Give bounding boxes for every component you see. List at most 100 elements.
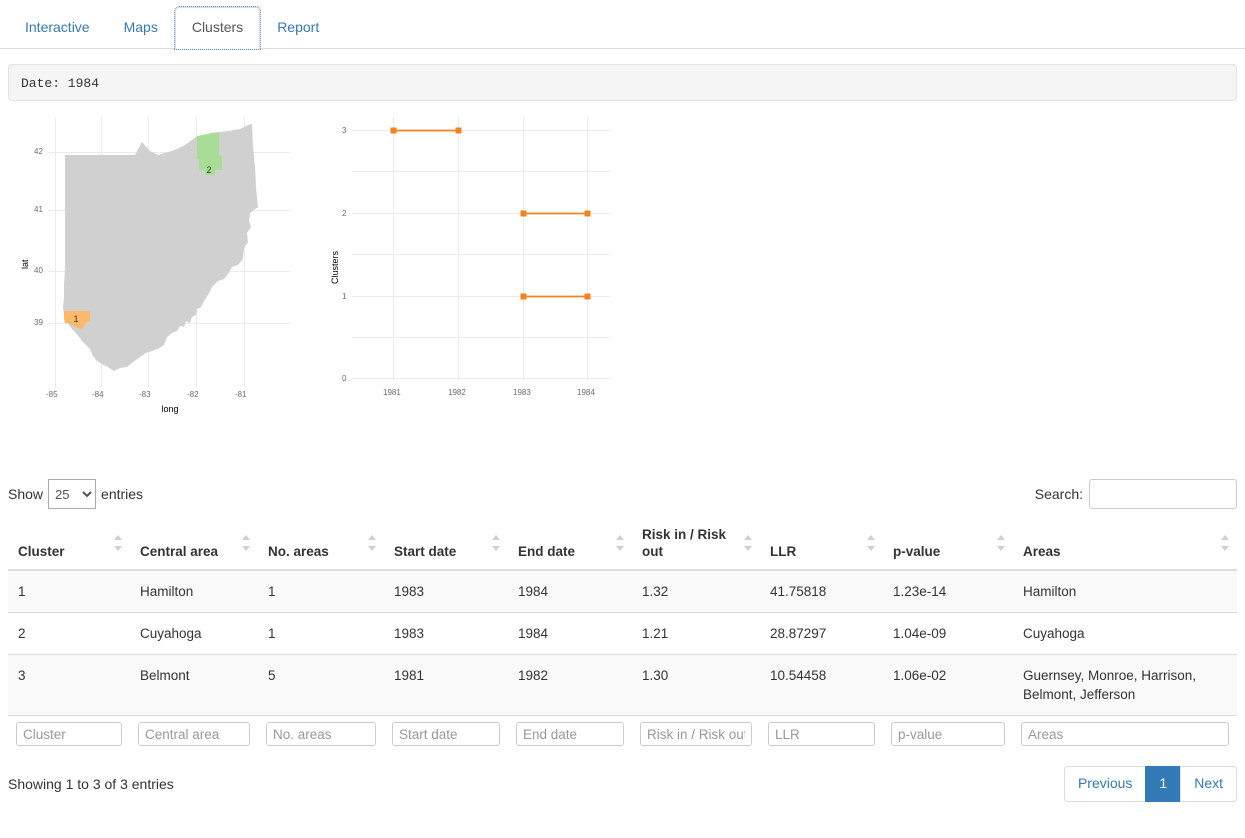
tab-clusters[interactable]: Clusters (173, 6, 262, 50)
sort-icon[interactable] (242, 534, 250, 552)
table-header: Cluster Central area No. areas Start dat… (8, 517, 1237, 571)
cell-start-date: 1983 (384, 569, 508, 613)
cell-p-value: 1.04e-09 (883, 612, 1013, 655)
table-footer-filters (8, 715, 1237, 752)
col-header-areas-label: Areas (1023, 544, 1061, 559)
table-header-row: Cluster Central area No. areas Start dat… (8, 517, 1237, 571)
filter-input-no-areas[interactable] (266, 722, 376, 746)
col-header-risk-ratio[interactable]: Risk in / Risk out (632, 517, 760, 571)
sort-icon[interactable] (744, 534, 752, 552)
cell-llr: 41.75818 (760, 569, 883, 613)
col-header-start-date[interactable]: Start date (384, 517, 508, 571)
filter-input-p-value[interactable] (891, 722, 1005, 746)
timeline-y-axis-title: Clusters (330, 250, 340, 284)
plot-row: 2 1 42 41 40 39 -85 -84 -83 -82 -81 lat … (0, 101, 1245, 471)
cell-areas: Hamilton (1013, 569, 1237, 613)
cell-cluster: 3 (8, 654, 130, 716)
sort-icon[interactable] (368, 534, 376, 552)
map-xtick--81: -81 (235, 390, 247, 399)
datatable-controls: Show 25 10 50 100 entries Search: (8, 471, 1237, 517)
map-y-axis-title: lat (20, 259, 30, 269)
filter-cell-risk-ratio (632, 715, 760, 752)
tab-interactive[interactable]: Interactive (8, 7, 107, 49)
col-header-start-date-label: Start date (394, 544, 457, 559)
sort-icon[interactable] (114, 534, 122, 552)
cluster-timeline-svg (352, 117, 610, 381)
col-header-llr[interactable]: LLR (760, 517, 883, 571)
sort-icon[interactable] (1221, 534, 1229, 552)
col-header-no-areas-label: No. areas (268, 544, 329, 559)
search-input[interactable] (1089, 479, 1237, 509)
cell-central-area: Belmont (130, 654, 258, 716)
cell-areas: Cuyahoga (1013, 612, 1237, 655)
sort-icon[interactable] (492, 534, 500, 552)
map-xtick--85: -85 (46, 390, 58, 399)
map-xtick--82: -82 (187, 390, 199, 399)
pagination-next[interactable]: Next (1180, 766, 1237, 802)
cluster-map-plot: 2 1 42 41 40 39 -85 -84 -83 -82 -81 lat … (0, 109, 320, 419)
filter-cell-start-date (384, 715, 508, 752)
map-ytick-40: 40 (34, 266, 43, 275)
sort-icon[interactable] (616, 534, 624, 552)
sort-icon[interactable] (997, 534, 1005, 552)
cell-central-area: Hamilton (130, 569, 258, 613)
table-row[interactable]: 3 Belmont 5 1981 1982 1.30 10.54458 1.06… (8, 654, 1237, 716)
col-header-end-date[interactable]: End date (508, 517, 632, 571)
cell-p-value: 1.06e-02 (883, 654, 1013, 716)
clusters-table: Cluster Central area No. areas Start dat… (8, 517, 1237, 752)
filter-input-areas[interactable] (1021, 722, 1229, 746)
cell-areas: Guernsey, Monroe, Harrison, Belmont, Jef… (1013, 654, 1237, 716)
tab-report[interactable]: Report (260, 7, 336, 49)
cell-end-date: 1984 (508, 569, 632, 613)
col-header-risk-ratio-label: Risk in / Risk out (642, 527, 727, 559)
col-header-no-areas[interactable]: No. areas (258, 517, 384, 571)
tab-maps[interactable]: Maps (107, 7, 175, 49)
sort-icon[interactable] (867, 534, 875, 552)
col-header-areas[interactable]: Areas (1013, 517, 1237, 571)
filter-input-start-date[interactable] (392, 722, 500, 746)
ohio-state-shape (63, 124, 258, 371)
timeline-gridlines (352, 117, 610, 381)
filter-input-end-date[interactable] (516, 722, 624, 746)
cluster-label-1: 1 (73, 314, 78, 324)
col-header-central-area-label: Central area (140, 544, 219, 559)
cluster-timeline-plot: 3 2 1 0 1981 1982 1983 1984 Clusters (320, 109, 640, 419)
cell-start-date: 1981 (384, 654, 508, 716)
table-row[interactable]: 2 Cuyahoga 1 1983 1984 1.21 28.87297 1.0… (8, 612, 1237, 655)
col-header-central-area[interactable]: Central area (130, 517, 258, 571)
pagination-page-1[interactable]: 1 (1145, 766, 1182, 802)
map-ytick-42: 42 (34, 147, 43, 156)
table-body: 1 Hamilton 1 1983 1984 1.32 41.75818 1.2… (8, 569, 1237, 716)
map-xtick--84: -84 (92, 390, 104, 399)
cell-start-date: 1983 (384, 612, 508, 655)
timeline-ytick-3: 3 (342, 126, 347, 135)
timeline-ytick-0: 0 (342, 374, 347, 383)
cell-llr: 28.87297 (760, 612, 883, 655)
pagination-previous[interactable]: Previous (1063, 766, 1147, 802)
timeline-xtick-1982: 1982 (448, 388, 466, 397)
filter-cell-areas (1013, 715, 1237, 752)
map-ytick-39: 39 (34, 318, 43, 327)
cell-p-value: 1.23e-14 (883, 569, 1013, 613)
cell-risk-ratio: 1.30 (632, 654, 760, 716)
timeline-series-cluster-1 (520, 293, 591, 300)
col-header-cluster[interactable]: Cluster (8, 517, 130, 571)
filter-input-cluster[interactable] (16, 722, 122, 746)
date-banner-wrap: Date: 1984 (0, 49, 1245, 101)
col-header-p-value[interactable]: p-value (883, 517, 1013, 571)
filter-cell-end-date (508, 715, 632, 752)
cell-end-date: 1984 (508, 612, 632, 655)
datatable-wrapper: Show 25 10 50 100 entries Search: Cluste… (0, 471, 1245, 802)
cell-end-date: 1982 (508, 654, 632, 716)
filter-input-central-area[interactable] (138, 722, 250, 746)
filter-cell-central-area (130, 715, 258, 752)
filter-input-risk-ratio[interactable] (640, 722, 752, 746)
timeline-ytick-1: 1 (342, 292, 347, 301)
cell-no-areas: 1 (258, 612, 384, 655)
table-row[interactable]: 1 Hamilton 1 1983 1984 1.32 41.75818 1.2… (8, 569, 1237, 613)
filter-cell-llr (760, 715, 883, 752)
datatable-footer: Showing 1 to 3 of 3 entries Previous 1 N… (8, 752, 1237, 802)
filter-input-llr[interactable] (768, 722, 875, 746)
page-length-select[interactable]: 25 10 50 100 (48, 479, 97, 509)
cell-no-areas: 1 (258, 569, 384, 613)
